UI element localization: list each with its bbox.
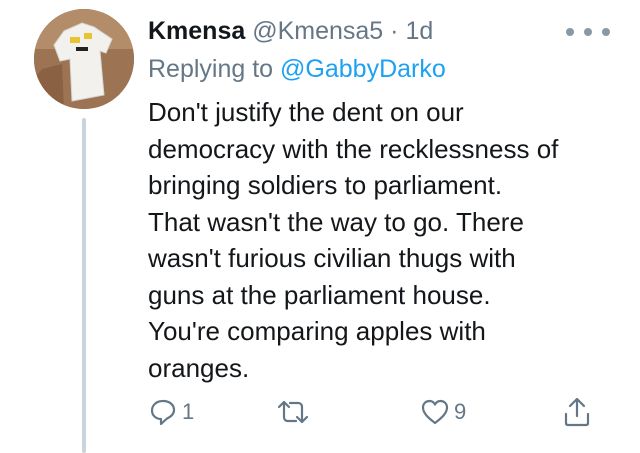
- more-icon[interactable]: [566, 26, 610, 38]
- action-bar: 1 9: [148, 394, 598, 430]
- tweet-text-line: oranges.: [148, 352, 250, 383]
- tweet-text-line: Don't justify the dent on our: [148, 97, 464, 127]
- tweet-text-line: You're comparing apples with: [148, 316, 486, 346]
- reply-button[interactable]: 1: [148, 394, 194, 430]
- reply-count: 1: [182, 399, 195, 424]
- retweet-button[interactable]: [276, 394, 314, 430]
- retweet-icon: [277, 400, 309, 424]
- author-handle[interactable]: @Kmensa5: [252, 17, 383, 45]
- avatar[interactable]: [34, 9, 134, 109]
- share-button[interactable]: [562, 394, 592, 430]
- tweet-text: Don't justify the dent on our democracy …: [148, 94, 628, 386]
- timestamp[interactable]: 1d: [405, 17, 433, 45]
- replying-label: Replying to: [148, 55, 274, 83]
- like-count: 9: [454, 399, 467, 424]
- like-button[interactable]: 9: [420, 394, 466, 430]
- tweet: Kmensa @Kmensa5 · 1d Replying to @GabbyD…: [0, 0, 640, 453]
- separator: ·: [390, 17, 399, 45]
- replying-mention[interactable]: @GabbyDarko: [280, 55, 446, 83]
- heart-icon: [421, 399, 449, 425]
- avatar-image: [34, 9, 134, 109]
- tweet-header: Kmensa @Kmensa5 · 1d: [148, 16, 433, 46]
- reply-icon: [150, 399, 176, 426]
- tweet-text-line: wasn't furious civilian thugs with: [148, 243, 516, 273]
- tweet-text-line: democracy with the recklessness of: [148, 133, 559, 164]
- share-icon: [564, 397, 590, 427]
- tweet-text-line: bringing soldiers to parliament.: [148, 170, 503, 200]
- thread-line: [82, 118, 86, 453]
- author-name[interactable]: Kmensa: [148, 17, 245, 45]
- tweet-text-line: guns at the parliament house.: [148, 279, 491, 310]
- replying-to: Replying to @GabbyDarko: [148, 54, 446, 84]
- tweet-text-line: That wasn't the way to go. There: [148, 206, 524, 237]
